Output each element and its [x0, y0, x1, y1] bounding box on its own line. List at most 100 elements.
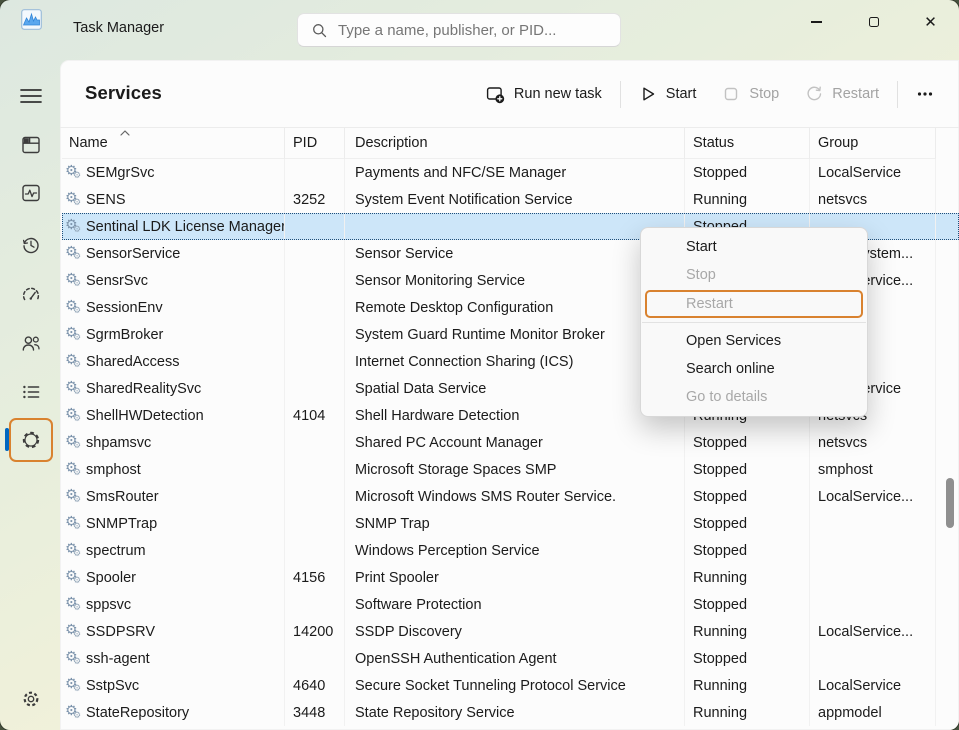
- vertical-scrollbar-thumb[interactable]: [946, 478, 954, 528]
- close-icon: ✕: [924, 15, 937, 30]
- sidebar-item-performance[interactable]: [10, 172, 52, 214]
- column-header-status[interactable]: Status: [685, 128, 810, 159]
- service-description: Microsoft Windows SMS Router Service.: [345, 483, 685, 510]
- service-status: Stopped: [685, 645, 810, 672]
- menu-item-start[interactable]: Start: [641, 233, 867, 261]
- run-new-task-button[interactable]: Run new task: [473, 77, 615, 112]
- service-pid: 4156: [285, 564, 345, 591]
- table-row[interactable]: ⚙︎⚙︎ shpamsvc Shared PC Account Manager …: [62, 429, 959, 456]
- stop-label: Stop: [749, 86, 779, 102]
- service-pid: 3252: [285, 186, 345, 213]
- service-name: SEMgrSvc: [86, 165, 155, 181]
- service-status: Stopped: [685, 456, 810, 483]
- service-pid: [285, 213, 345, 240]
- column-header-description[interactable]: Description: [345, 128, 685, 159]
- service-status: Running: [685, 564, 810, 591]
- more-options-button[interactable]: [903, 77, 947, 111]
- column-header-name[interactable]: Name: [62, 128, 285, 159]
- sidebar-item-settings[interactable]: [10, 678, 52, 720]
- restart-button[interactable]: Restart: [792, 77, 892, 111]
- table-header: Name PID Description Status Group: [62, 128, 959, 159]
- table-row[interactable]: ⚙︎⚙︎ smphost Microsoft Storage Spaces SM…: [62, 456, 959, 483]
- sidebar-item-processes[interactable]: [10, 124, 52, 166]
- service-group: [810, 645, 936, 672]
- service-gear-icon: ⚙︎⚙︎: [65, 704, 84, 722]
- service-description: Internet Connection Sharing (ICS): [345, 348, 685, 375]
- window-title: Task Manager: [73, 20, 164, 36]
- table-row[interactable]: ⚙︎⚙︎ SstpSvc 4640 Secure Socket Tunnelin…: [62, 672, 959, 699]
- maximize-icon: [869, 17, 879, 27]
- service-status: Stopped: [685, 159, 810, 186]
- toolbar-divider: [620, 81, 621, 108]
- service-group: LocalService...: [810, 483, 936, 510]
- table-row[interactable]: ⚙︎⚙︎ sppsvc Software Protection Stopped: [62, 591, 959, 618]
- service-gear-icon: ⚙︎⚙︎: [65, 380, 84, 398]
- service-name: SensrSvc: [86, 273, 148, 289]
- table-row[interactable]: ⚙︎⚙︎ spectrum Windows Perception Service…: [62, 537, 959, 564]
- stop-button[interactable]: Stop: [709, 77, 792, 111]
- service-gear-icon: ⚙︎⚙︎: [65, 515, 84, 533]
- table-row[interactable]: ⚙︎⚙︎ SEMgrSvc Payments and NFC/SE Manage…: [62, 159, 959, 186]
- service-description: Sensor Service: [345, 240, 685, 267]
- table-row[interactable]: ⚙︎⚙︎ ssh-agent OpenSSH Authentication Ag…: [62, 645, 959, 672]
- service-gear-icon: ⚙︎⚙︎: [65, 407, 84, 425]
- task-manager-logo-icon: [21, 9, 42, 30]
- table-row[interactable]: ⚙︎⚙︎ Spooler 4156 Print Spooler Running: [62, 564, 959, 591]
- search-box[interactable]: [297, 13, 621, 47]
- table-row[interactable]: ⚙︎⚙︎ SENS 3252 System Event Notification…: [62, 186, 959, 213]
- service-description: Payments and NFC/SE Manager: [345, 159, 685, 186]
- service-name: SSDPSRV: [86, 624, 155, 640]
- restart-arrow-icon: [805, 85, 823, 103]
- service-name: smphost: [86, 462, 141, 478]
- column-header-pid[interactable]: PID: [285, 128, 345, 159]
- menu-item-search-online[interactable]: Search online: [641, 355, 867, 383]
- menu-toggle-button[interactable]: [10, 75, 52, 117]
- restart-label: Restart: [832, 86, 879, 102]
- service-name: Sentinal LDK License Manager: [86, 219, 285, 235]
- menu-item-open-services[interactable]: Open Services: [641, 327, 867, 355]
- search-input[interactable]: [338, 22, 608, 39]
- service-name: SstpSvc: [86, 678, 139, 694]
- table-row[interactable]: ⚙︎⚙︎ SmsRouter Microsoft Windows SMS Rou…: [62, 483, 959, 510]
- details-icon: [21, 382, 41, 402]
- sidebar-item-services[interactable]: [9, 418, 53, 462]
- maximize-button[interactable]: [845, 0, 902, 44]
- sidebar-item-details[interactable]: [10, 371, 52, 413]
- service-pid: [285, 483, 345, 510]
- column-label: Status: [693, 135, 734, 151]
- sidebar-item-users[interactable]: [10, 322, 52, 364]
- minimize-button[interactable]: [788, 0, 845, 44]
- table-row[interactable]: ⚙︎⚙︎ SNMPTrap SNMP Trap Stopped: [62, 510, 959, 537]
- service-description: Windows Perception Service: [345, 537, 685, 564]
- close-button[interactable]: ✕: [902, 0, 959, 44]
- service-description: Software Protection: [345, 591, 685, 618]
- service-description: Spatial Data Service: [345, 375, 685, 402]
- sidebar-item-startup-apps[interactable]: [10, 274, 52, 316]
- service-pid: [285, 429, 345, 456]
- service-gear-icon: ⚙︎⚙︎: [65, 569, 84, 587]
- sidebar-item-app-history[interactable]: [10, 224, 52, 266]
- column-label: Description: [355, 135, 428, 151]
- service-description: [345, 213, 685, 240]
- processes-icon: [21, 135, 41, 155]
- table-row[interactable]: ⚙︎⚙︎ SSDPSRV 14200 SSDP Discovery Runnin…: [62, 618, 959, 645]
- menu-item-stop[interactable]: Stop: [641, 261, 867, 289]
- column-header-group[interactable]: Group: [810, 128, 936, 159]
- start-button[interactable]: Start: [626, 77, 710, 111]
- service-status: Running: [685, 186, 810, 213]
- search-icon: [312, 23, 327, 38]
- menu-item-restart[interactable]: Restart: [645, 290, 863, 318]
- menu-item-go-to-details[interactable]: Go to details: [641, 383, 867, 411]
- service-description: System Event Notification Service: [345, 186, 685, 213]
- users-icon: [21, 333, 41, 353]
- service-gear-icon: ⚙︎⚙︎: [65, 218, 84, 236]
- service-name: spectrum: [86, 543, 146, 559]
- service-gear-icon: ⚙︎⚙︎: [65, 191, 84, 209]
- menu-separator: [642, 322, 866, 323]
- service-pid: [285, 294, 345, 321]
- service-name: SessionEnv: [86, 300, 163, 316]
- service-description: Remote Desktop Configuration: [345, 294, 685, 321]
- page-title: Services: [85, 82, 162, 104]
- service-description: Microsoft Storage Spaces SMP: [345, 456, 685, 483]
- table-row[interactable]: ⚙︎⚙︎ StateRepository 3448 State Reposito…: [62, 699, 959, 726]
